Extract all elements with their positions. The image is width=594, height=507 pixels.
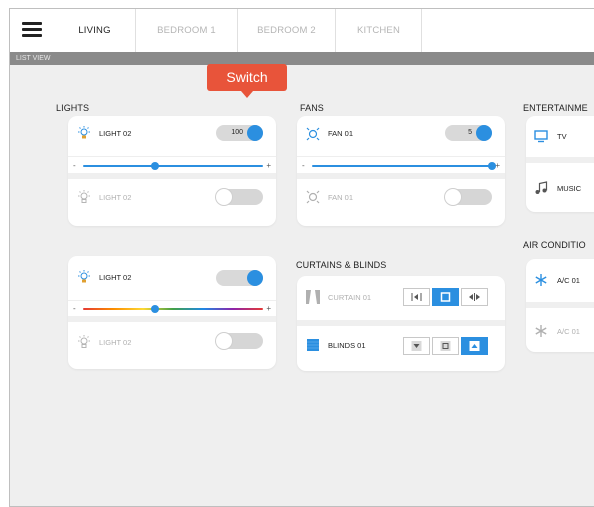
entertainment-card: TV MUSIC — [526, 116, 594, 212]
curtains-card: CURTAIN 01 BLINDS 01 — [297, 276, 505, 371]
blinds-down-button[interactable] — [403, 337, 430, 355]
light-dimmer-slider[interactable]: - + — [73, 159, 271, 173]
light-bulb-icon — [77, 190, 91, 209]
tab-kitchen[interactable]: KITCHEN — [336, 9, 422, 52]
monitor-icon — [534, 129, 548, 148]
snowflake-icon — [534, 273, 548, 292]
fan-toggle[interactable]: 5 — [445, 125, 492, 141]
light-group-card-1: LIGHT 02 100 - + LIGHT 02 — [68, 116, 276, 226]
fan-speed-value: 5 — [468, 129, 472, 136]
fan-speed-slider[interactable]: - + — [302, 159, 500, 173]
blinds-stop-button[interactable] — [432, 337, 459, 355]
toggle-knob — [247, 125, 263, 141]
slider-thumb[interactable] — [151, 162, 159, 170]
light-bulb-icon — [77, 270, 91, 289]
slider-track — [83, 308, 263, 310]
tab-bedroom-2[interactable]: BEDROOM 2 — [238, 9, 336, 52]
light-bulb-icon — [77, 126, 91, 145]
lights-section-title: LIGHTS — [56, 103, 90, 113]
blinds-up-button[interactable] — [461, 337, 488, 355]
tv-label: TV — [557, 132, 567, 141]
curtain-label: CURTAIN 01 — [328, 293, 372, 302]
light-label: LIGHT 02 — [99, 193, 132, 202]
slider-plus: + — [266, 161, 271, 170]
light-group-card-2: LIGHT 02 - + LIGHT 02 — [68, 256, 276, 369]
tab-living[interactable]: LIVING — [54, 9, 136, 52]
slider-minus: - — [302, 161, 305, 170]
light-label: LIGHT 02 — [99, 338, 132, 347]
slider-minus: - — [73, 304, 76, 313]
fan-card: FAN 01 5 - + FAN 01 — [297, 116, 505, 226]
light-toggle[interactable] — [216, 270, 263, 286]
air-conditioning-card: A/C 01 A/C 01 — [526, 259, 594, 352]
app-frame: LIVING BEDROOM 1 BEDROOM 2 KITCHEN LIST … — [9, 8, 594, 507]
toggle-knob — [216, 189, 232, 205]
slider-minus: - — [73, 161, 76, 170]
ac-label: A/C 01 — [557, 276, 580, 285]
light-toggle[interactable] — [216, 333, 263, 349]
light-color-slider[interactable]: - + — [73, 302, 271, 316]
tab-bedroom-1[interactable]: BEDROOM 1 — [136, 9, 238, 52]
blinds-label: BLINDS 01 — [328, 341, 366, 350]
menu-icon[interactable] — [22, 22, 42, 38]
curtain-icon — [306, 290, 320, 309]
toggle-knob — [216, 333, 232, 349]
curtain-controls — [403, 288, 490, 306]
curtains-section-title: CURTAINS & BLINDS — [296, 260, 387, 270]
music-label: MUSIC — [557, 184, 582, 193]
curtain-close-button[interactable] — [403, 288, 430, 306]
light-toggle[interactable]: 100 — [216, 125, 263, 141]
entertainment-section-title: ENTERTAINME — [523, 103, 588, 113]
toggle-knob — [247, 270, 263, 286]
blinds-controls — [403, 337, 490, 355]
curtain-open-button[interactable] — [461, 288, 488, 306]
slider-track — [83, 165, 263, 167]
list-view-label: LIST VIEW — [16, 55, 51, 62]
slider-plus: + — [495, 161, 500, 170]
light-label: LIGHT 02 — [99, 273, 132, 282]
snowflake-icon — [534, 324, 548, 343]
fan-label: FAN 01 — [328, 193, 354, 202]
fan-label: FAN 01 — [328, 129, 354, 138]
slider-track — [312, 165, 492, 167]
ac-label: A/C 01 — [557, 327, 580, 336]
switch-tooltip: Switch — [207, 64, 287, 98]
curtain-stop-button[interactable] — [432, 288, 459, 306]
slider-plus: + — [266, 304, 271, 313]
light-toggle[interactable] — [216, 189, 263, 205]
main-content: LIGHTS LIGHT 02 100 - + LIGHT 02 LIGHT 0… — [10, 65, 594, 506]
light-bulb-icon — [77, 335, 91, 354]
toggle-knob — [476, 125, 492, 141]
list-view-bar: LIST VIEW — [10, 52, 594, 65]
slider-thumb[interactable] — [151, 305, 159, 313]
fan-toggle[interactable] — [445, 189, 492, 205]
fan-icon — [306, 190, 320, 209]
light-label: LIGHT 02 — [99, 129, 132, 138]
light-brightness-value: 100 — [231, 129, 243, 136]
toggle-knob — [445, 189, 461, 205]
music-note-icon — [534, 181, 548, 200]
blinds-icon — [306, 338, 320, 357]
fans-section-title: FANS — [300, 103, 324, 113]
fan-icon — [306, 127, 320, 146]
top-nav: LIVING BEDROOM 1 BEDROOM 2 KITCHEN — [10, 9, 594, 52]
air-conditioning-section-title: AIR CONDITIO — [523, 240, 586, 250]
